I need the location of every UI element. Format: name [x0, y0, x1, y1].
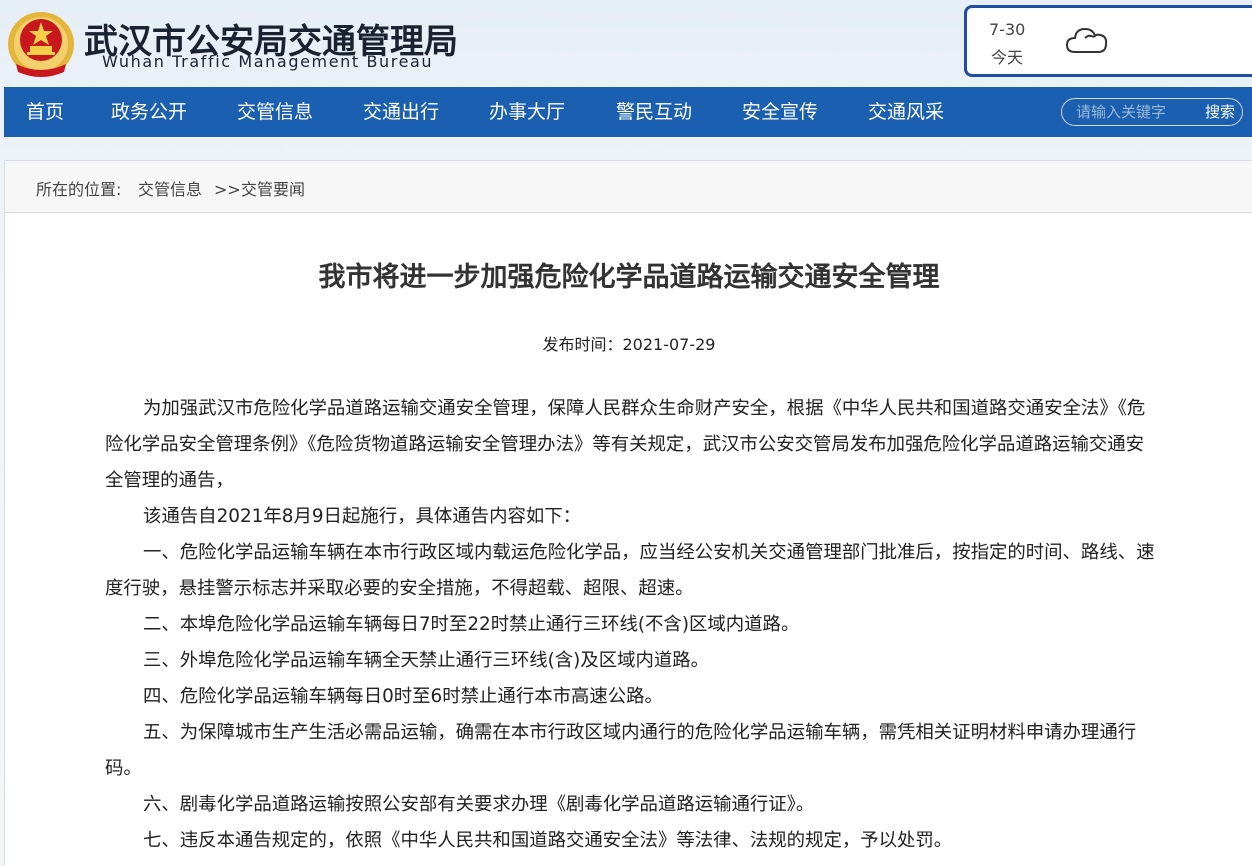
site-title-en: Wuhan Traffic Management Bureau: [102, 52, 434, 71]
article-title: 我市将进一步加强危险化学品道路运输交通安全管理: [318, 262, 940, 293]
nav-item-home[interactable]: 首页: [26, 87, 64, 137]
breadcrumb-link-news[interactable]: 交管要闻: [241, 161, 305, 219]
search-box: 搜索: [1061, 98, 1243, 126]
weather-date: 7-30: [989, 20, 1026, 39]
nav-item-safety[interactable]: 安全宣传: [742, 87, 818, 137]
article-paragraph: 四、危险化学品运输车辆每日0时至6时禁止通行本市高速公路。: [143, 686, 663, 707]
search-input[interactable]: [1076, 101, 1196, 123]
nav-item-style[interactable]: 交通风采: [868, 87, 944, 137]
breadcrumb-prefix: 所在的位置:: [36, 180, 122, 199]
article-paragraph: 六、剧毒化学品道路运输按照公安部有关要求办理《剧毒化学品道路运输通行证》。: [143, 794, 815, 815]
publish-date: 发布时间：2021-07-29: [542, 335, 716, 354]
article-body: 为加强武汉市危险化学品道路运输交通安全管理，保障人民群众生命财产安全，根据《中华…: [105, 391, 1157, 859]
article-paragraph: 该通告自2021年8月9日起施行，具体通告内容如下：: [143, 506, 582, 527]
weather-widget: 7-30 今天: [964, 5, 1252, 77]
search-button[interactable]: 搜索: [1201, 101, 1239, 123]
article-paragraph: 为加强武汉市危险化学品道路运输交通安全管理，保障人民群众生命财产安全，根据《中华…: [105, 398, 1146, 491]
nav-item-service-hall[interactable]: 办事大厅: [489, 87, 565, 137]
breadcrumb-link-traffic-info[interactable]: 交管信息: [138, 161, 202, 219]
nav-item-gov-affairs[interactable]: 政务公开: [111, 87, 187, 137]
police-emblem-icon[interactable]: [6, 6, 76, 78]
weather-day: 今天: [991, 48, 1024, 67]
nav-item-travel[interactable]: 交通出行: [363, 87, 439, 137]
breadcrumb-separator: >>: [214, 180, 241, 199]
article-paragraph: 二、本埠危险化学品运输车辆每日7时至22时禁止通行三环线(不含)区域内道路。: [143, 614, 800, 635]
main-nav: 首页 政务公开 交管信息 交通出行 办事大厅 警民互动 安全宣传 交通风采 搜索: [4, 87, 1252, 137]
nav-item-traffic-info[interactable]: 交管信息: [237, 87, 313, 137]
content-panel: 所在的位置: 交管信息 >> 交管要闻 我市将进一步加强危险化学品道路运输交通安…: [4, 160, 1252, 866]
nav-item-interaction[interactable]: 警民互动: [616, 87, 692, 137]
site-header: 武汉市公安局交通管理局 Wuhan Traffic Management Bur…: [0, 0, 1252, 87]
article-paragraph: 三、外埠危险化学品运输车辆全天禁止通行三环线(含)及区域内道路。: [143, 650, 710, 671]
breadcrumb: 所在的位置: 交管信息 >> 交管要闻: [5, 161, 1252, 213]
article-paragraph: 七、违反本通告规定的，依照《中华人民共和国道路交通安全法》等法律、法规的规定，予…: [143, 830, 953, 851]
article-paragraph: 一、危险化学品运输车辆在本市行政区域内载运危险化学品，应当经公安机关交通管理部门…: [105, 542, 1155, 599]
article-paragraph: 五、为保障城市生产生活必需品运输，确需在本市行政区域内通行的危险化学品运输车辆，…: [105, 722, 1137, 779]
cloud-icon: [1065, 27, 1108, 53]
